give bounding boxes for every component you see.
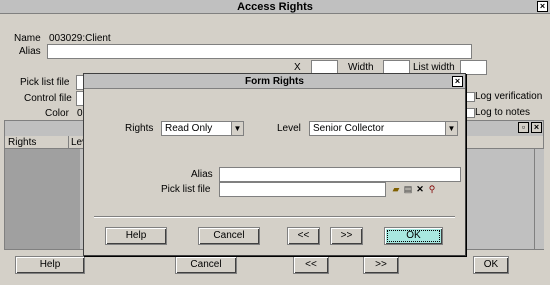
main-close-icon[interactable]: × — [537, 1, 548, 12]
color-label: Color — [45, 108, 69, 119]
window-title: Access Rights — [237, 1, 313, 13]
open-folder-icon[interactable]: ▰ — [391, 184, 401, 194]
dialog-prev-button[interactable]: << — [287, 227, 320, 245]
log-to-notes-label: Log to notes — [475, 107, 531, 118]
dialog-separator — [94, 216, 455, 218]
dialog-prev-label: << — [297, 230, 310, 241]
log-verification-label: Log verification — [475, 91, 543, 102]
dialog-alias-label: Alias — [191, 169, 213, 180]
dialog-pick-list-input[interactable] — [219, 182, 386, 197]
rights-column-header[interactable]: Rights — [8, 136, 36, 149]
alias-input[interactable] — [47, 44, 472, 59]
dialog-rights-label: Rights — [125, 123, 154, 134]
delete-icon[interactable]: ✕ — [415, 184, 425, 194]
rights-select-value: Read Only — [165, 123, 213, 134]
dialog-close-icon[interactable]: × — [452, 76, 463, 87]
control-file-label: Control file — [24, 93, 72, 104]
main-title-bar: Access Rights — [0, 0, 550, 14]
dialog-alias-input[interactable] — [219, 167, 461, 182]
main-ok-label: OK — [483, 259, 499, 270]
dialog-help-button[interactable]: Help — [105, 227, 167, 245]
restore-icon[interactable]: ▫ — [518, 122, 529, 133]
main-help-label: Help — [39, 259, 61, 270]
dialog-next-label: >> — [340, 230, 353, 241]
main-ok-button[interactable]: OK — [473, 256, 509, 274]
dialog-ok-button[interactable]: OK — [384, 227, 443, 245]
printer-icon[interactable]: ▤ — [403, 184, 413, 194]
rights-select[interactable]: Read Only ▼ — [161, 121, 244, 136]
dialog-title-bar: Form Rights — [84, 74, 465, 89]
level-dropdown-icon[interactable]: ▼ — [445, 122, 457, 135]
main-prev-button[interactable]: << — [293, 256, 329, 274]
dialog-cancel-label: Cancel — [213, 230, 245, 241]
dialog-cancel-button[interactable]: Cancel — [198, 227, 260, 245]
log-to-notes-checkbox[interactable] — [465, 108, 475, 118]
color-value: 0 — [77, 108, 83, 119]
rights-dropdown-icon[interactable]: ▼ — [231, 122, 243, 135]
main-prev-label: << — [305, 259, 317, 270]
name-label: Name — [14, 33, 41, 44]
dialog-title: Form Rights — [245, 76, 304, 87]
search-icon[interactable]: ⚲ — [427, 184, 437, 194]
grid-scrollbar[interactable] — [534, 149, 544, 249]
dialog-help-label: Help — [125, 230, 147, 241]
pick-list-label: Pick list file — [20, 77, 70, 88]
main-next-label: >> — [375, 259, 387, 270]
dialog-level-label: Level — [277, 123, 301, 134]
alias-label: Alias — [19, 46, 41, 57]
panel-close-icon[interactable]: × — [531, 122, 542, 133]
main-cancel-button[interactable]: Cancel — [175, 256, 237, 274]
main-cancel-label: Cancel — [190, 259, 222, 270]
dialog-ok-label: OK — [406, 230, 421, 241]
level-select[interactable]: Senior Collector ▼ — [309, 121, 458, 136]
dialog-pick-list-label: Pick list file — [161, 184, 211, 195]
form-rights-dialog: Form Rights × Rights Read Only ▼ Level S… — [83, 73, 466, 256]
dialog-next-button[interactable]: >> — [330, 227, 363, 245]
log-verification-checkbox[interactable] — [465, 92, 475, 102]
main-next-button[interactable]: >> — [363, 256, 399, 274]
main-help-button[interactable]: Help — [15, 256, 85, 274]
level-select-value: Senior Collector — [313, 123, 385, 134]
rights-grid-body[interactable] — [5, 149, 80, 249]
